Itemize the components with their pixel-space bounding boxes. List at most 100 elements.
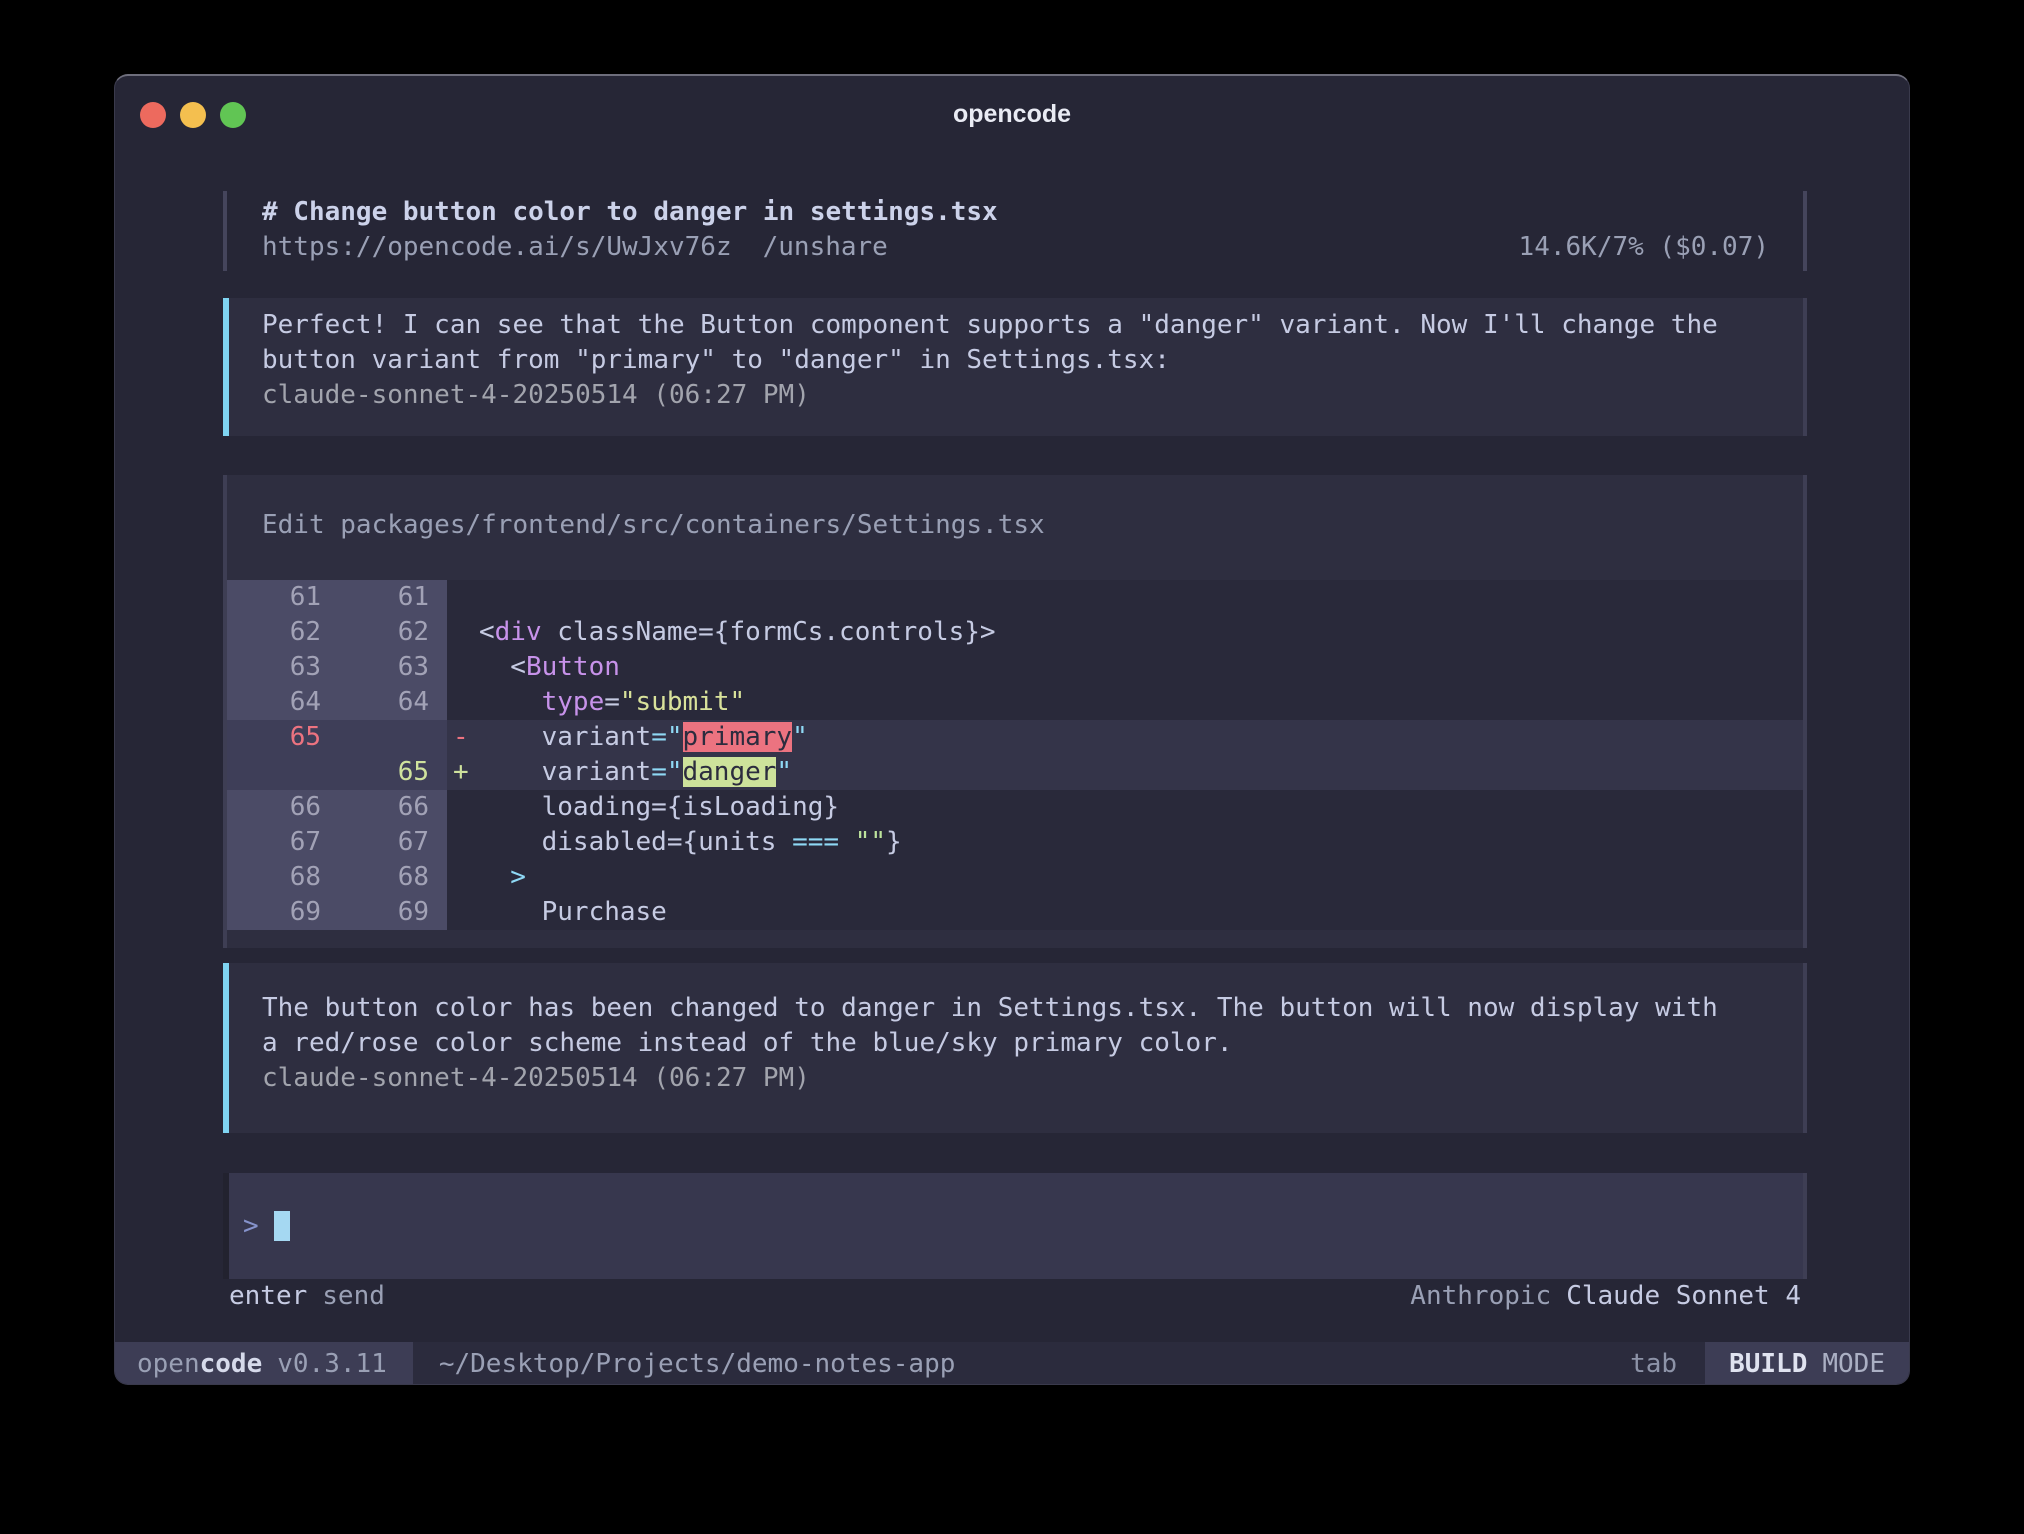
code-token xyxy=(479,687,542,717)
code-token: === xyxy=(792,827,839,857)
message-text-line: The button color has been changed to dan… xyxy=(262,991,1803,1026)
app-version-chip: opencode v0.3.11 xyxy=(115,1342,413,1385)
diff-code-line: > xyxy=(479,860,1803,895)
diff-row: 6262 <div className={formCs.controls}> xyxy=(227,615,1803,650)
code-token: } xyxy=(886,827,902,857)
code-token: variant xyxy=(479,722,651,752)
keybind-action: send xyxy=(322,1281,385,1311)
code-token: variant xyxy=(479,757,651,787)
diff-row: 6464 type="submit" xyxy=(227,685,1803,720)
edit-tool-card: Edit packages/frontend/src/containers/Se… xyxy=(223,475,1807,948)
code-token: disabled={units xyxy=(479,827,792,857)
diff-change-marker: - xyxy=(447,720,479,755)
mode-chip[interactable]: BUILD MODE xyxy=(1705,1342,1909,1385)
diff-change-marker xyxy=(447,825,479,860)
diff-old-line-number: 68 xyxy=(227,860,335,895)
diff-change-marker xyxy=(447,615,479,650)
keybind-hint: enter send xyxy=(229,1279,385,1314)
diff-row: 6161 xyxy=(227,580,1803,615)
code-token: danger xyxy=(683,757,777,787)
code-token: < xyxy=(479,652,526,682)
prompt-symbol: > xyxy=(243,1211,259,1241)
message-model-meta: claude-sonnet-4-20250514 (06:27 PM) xyxy=(262,378,1803,413)
context-usage-stats: 14.6K/7% ($0.07) xyxy=(1519,230,1769,265)
diff-change-marker xyxy=(447,895,479,930)
code-token: "submit" xyxy=(620,687,745,717)
diff-change-marker xyxy=(447,580,479,615)
unshare-command[interactable]: /unshare xyxy=(763,232,888,262)
diff-old-line-number: 66 xyxy=(227,790,335,825)
window-title: opencode xyxy=(115,100,1909,129)
diff-new-line-number: 64 xyxy=(335,685,447,720)
diff-row: 6767 disabled={units === ""} xyxy=(227,825,1803,860)
code-token: =" xyxy=(651,722,682,752)
code-token: > xyxy=(479,862,526,892)
prompt-input[interactable]: > xyxy=(223,1173,1807,1279)
mode-switch-key[interactable]: tab xyxy=(1630,1349,1677,1379)
code-token: = xyxy=(604,687,620,717)
diff-row: 65+ variant="danger" xyxy=(227,755,1803,790)
diff-change-marker xyxy=(447,685,479,720)
mode-label-rest: MODE xyxy=(1822,1349,1885,1379)
diff-code-line: Purchase xyxy=(479,895,1803,930)
diff-code-line: disabled={units === ""} xyxy=(479,825,1803,860)
diff-old-line-number: 65 xyxy=(227,720,335,755)
diff-change-marker xyxy=(447,860,479,895)
diff-change-marker xyxy=(447,650,479,685)
message-text-line: Perfect! I can see that the Button compo… xyxy=(262,308,1803,343)
diff-old-line-number xyxy=(227,755,335,790)
diff-new-line-number xyxy=(335,720,447,755)
session-title: # Change button color to danger in setti… xyxy=(262,195,1803,230)
app-name-bold: code xyxy=(200,1349,263,1379)
diff-new-line-number: 67 xyxy=(335,825,447,860)
titlebar: opencode xyxy=(115,76,1909,138)
diff-new-line-number: 62 xyxy=(335,615,447,650)
code-token xyxy=(839,827,855,857)
diff-view: 61616262<div className={formCs.controls}… xyxy=(227,580,1803,930)
session-header: # Change button color to danger in setti… xyxy=(223,191,1807,271)
code-token: =" xyxy=(651,757,682,787)
app-version: v0.3.11 xyxy=(277,1349,387,1379)
code-token: className={formCs.controls}> xyxy=(542,617,996,647)
code-token: type xyxy=(542,687,605,717)
code-token: Button xyxy=(526,652,620,682)
diff-code-line: <Button xyxy=(479,650,1803,685)
diff-new-line-number: 69 xyxy=(335,895,447,930)
message-text-line: a red/rose color scheme instead of the b… xyxy=(262,1026,1803,1061)
code-token: < xyxy=(479,617,495,647)
code-token: " xyxy=(776,757,792,787)
diff-code-line: loading={isLoading} xyxy=(479,790,1803,825)
diff-row: 6969 Purchase xyxy=(227,895,1803,930)
diff-row: 6363 <Button xyxy=(227,650,1803,685)
help-bar: entersend AnthropicClaude Sonnet 4 xyxy=(229,1279,1801,1314)
code-token: " xyxy=(792,722,808,752)
diff-new-line-number: 61 xyxy=(335,580,447,615)
code-token: div xyxy=(495,617,542,647)
share-url-link[interactable]: https://opencode.ai/s/UwJxv76z xyxy=(262,232,732,262)
code-token: "" xyxy=(855,827,886,857)
diff-code-line: variant="danger" xyxy=(479,755,1803,790)
diff-new-line-number: 66 xyxy=(335,790,447,825)
diff-old-line-number: 67 xyxy=(227,825,335,860)
diff-new-line-number: 63 xyxy=(335,650,447,685)
code-token: primary xyxy=(683,722,793,752)
model-provider: Anthropic xyxy=(1410,1281,1551,1311)
diff-row: 65 - variant="primary" xyxy=(227,720,1803,755)
keybind-key: enter xyxy=(229,1281,307,1311)
diff-code-line: <div className={formCs.controls}> xyxy=(479,615,1803,650)
code-token: loading={isLoading} xyxy=(479,792,839,822)
diff-row: 6666 loading={isLoading} xyxy=(227,790,1803,825)
diff-code-line: type="submit" xyxy=(479,685,1803,720)
opencode-window: opencode # Change button color to danger… xyxy=(114,74,1910,1385)
diff-old-line-number: 69 xyxy=(227,895,335,930)
text-cursor xyxy=(274,1211,290,1241)
diff-new-line-number: 65 xyxy=(335,755,447,790)
assistant-message: Perfect! I can see that the Button compo… xyxy=(223,298,1807,436)
assistant-message: The button color has been changed to dan… xyxy=(223,963,1807,1133)
code-token: Purchase xyxy=(479,897,667,927)
diff-old-line-number: 62 xyxy=(227,615,335,650)
status-bar: opencodev0.3.11 ~/Desktop/Projects/demo-… xyxy=(115,1342,1909,1385)
mode-label-bold: BUILD xyxy=(1729,1349,1807,1379)
diff-code-line: variant="primary" xyxy=(479,720,1803,755)
app-name-regular: open xyxy=(137,1349,200,1379)
